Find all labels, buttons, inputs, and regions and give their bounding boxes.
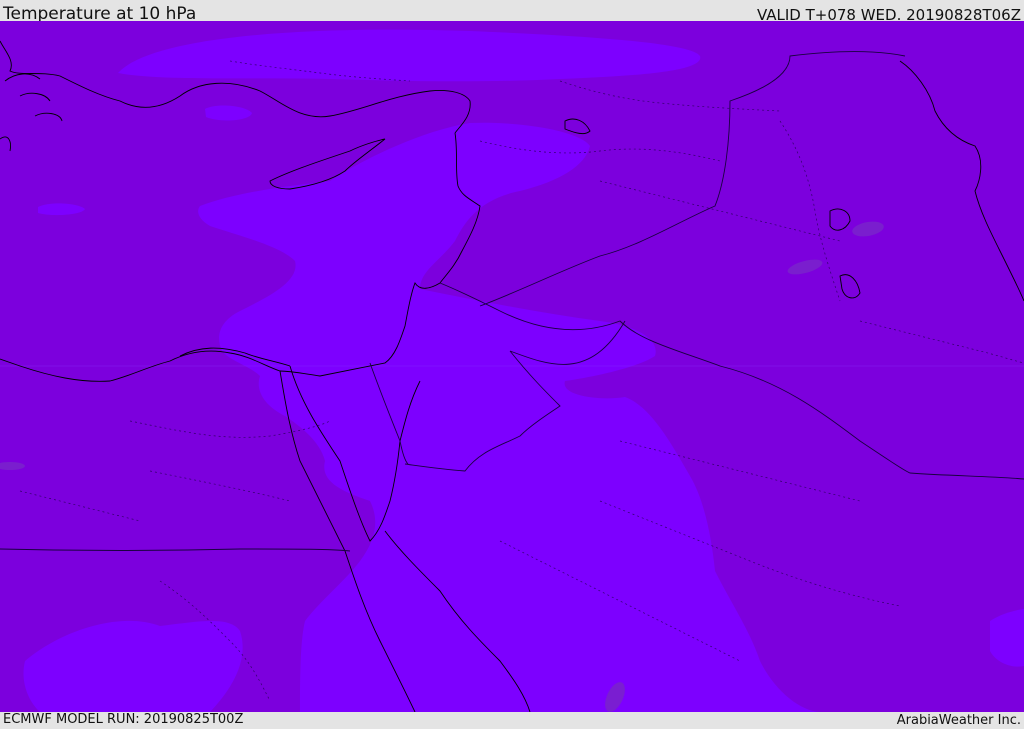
map-canvas xyxy=(0,21,1024,712)
temperature-map xyxy=(0,21,1024,712)
map-footer: ECMWF MODEL RUN: 20190825T00Z ArabiaWeat… xyxy=(0,712,1024,729)
model-run-label: ECMWF MODEL RUN: 20190825T00Z xyxy=(3,712,244,727)
credit-label: ArabiaWeather Inc. xyxy=(896,713,1021,728)
map-header: Temperature at 10 hPa VALID T+078 WED. 2… xyxy=(0,0,1024,24)
